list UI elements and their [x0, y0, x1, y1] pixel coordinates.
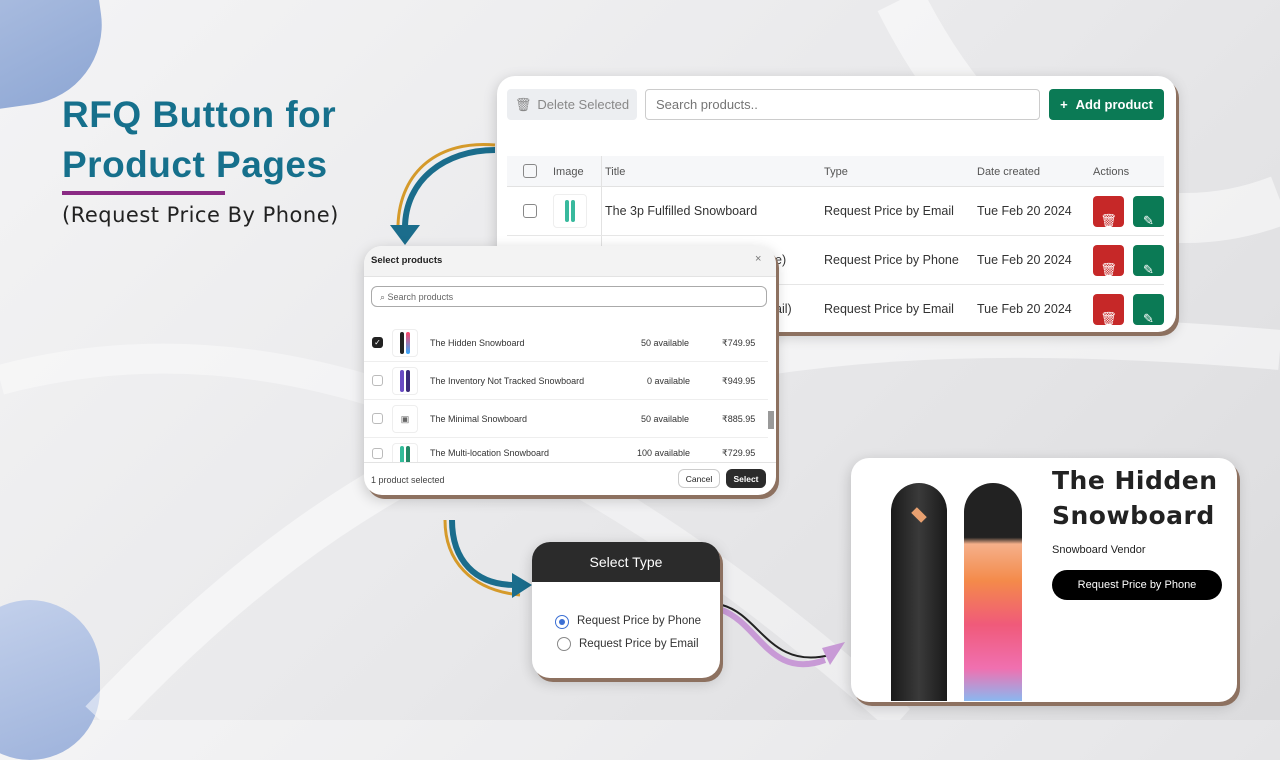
item-checkbox-checked[interactable]: ✓ — [372, 337, 383, 348]
product-thumbnail — [392, 443, 418, 462]
product-vendor: Snowboard Vendor — [1052, 544, 1146, 556]
item-checkbox[interactable] — [372, 448, 383, 459]
pencil-icon: ✎ — [1143, 311, 1154, 326]
item-stock: 50 available — [641, 338, 690, 348]
plus-icon: + — [1060, 97, 1068, 112]
header-type: Type — [824, 166, 848, 178]
item-stock: 50 available — [641, 414, 690, 424]
arrow-3 — [720, 607, 827, 668]
select-products-modal: Select products × ⌕ Search products ✓ Th… — [364, 246, 776, 495]
select-type-title: Select Type — [532, 542, 720, 582]
close-icon[interactable]: × — [755, 253, 761, 265]
arrow-1 — [402, 147, 496, 229]
list-item[interactable]: The Inventory Not Tracked Snowboard 0 av… — [364, 362, 768, 400]
product-thumbnail — [392, 329, 418, 357]
radio-label: Request Price by Phone — [577, 615, 702, 627]
modal-title: Select products — [371, 255, 443, 266]
trash-icon: 🗑 — [1100, 262, 1117, 277]
product-thumbnail — [392, 367, 418, 395]
row-title: The 3p Fulfilled Snowboard — [605, 204, 758, 218]
header-date: Date created — [977, 166, 1040, 178]
add-product-button[interactable]: + Add product — [1049, 89, 1164, 120]
radio-phone-selected[interactable] — [555, 615, 569, 629]
request-price-by-phone-button[interactable]: Request Price by Phone — [1052, 570, 1222, 600]
trash-icon: 🗑 — [1100, 311, 1117, 326]
delete-selected-button[interactable]: 🗑 Delete Selected — [507, 89, 637, 120]
item-stock: 100 available — [637, 448, 691, 458]
delete-selected-label: Delete Selected — [537, 97, 630, 112]
item-checkbox[interactable] — [372, 413, 383, 424]
row-date: Tue Feb 20 2024 — [977, 302, 1072, 316]
row-title: ail) — [775, 302, 792, 316]
snowboard-image — [964, 483, 1022, 701]
product-page-card: The Hidden Snowboard Snowboard Vendor Req… — [851, 458, 1237, 702]
radio-label: Request Price by Email — [579, 638, 699, 650]
list-item[interactable]: ▣ The Minimal Snowboard 50 available ₹88… — [364, 400, 768, 438]
item-name: The Minimal Snowboard — [430, 414, 528, 424]
row-type: Request Price by Email — [824, 302, 954, 316]
list-item[interactable]: ✓ The Hidden Snowboard 50 available ₹749… — [364, 324, 768, 362]
item-name: The Hidden Snowboard — [430, 338, 525, 348]
row-date: Tue Feb 20 2024 — [977, 204, 1072, 218]
select-button[interactable]: Select — [726, 469, 766, 488]
select-all-checkbox[interactable] — [523, 164, 537, 178]
item-checkbox[interactable] — [372, 375, 383, 386]
row-type: Request Price by Email — [824, 204, 954, 218]
list-item[interactable]: The Multi-location Snowboard 100 availab… — [364, 438, 768, 462]
product-title: The Hidden Snowboard — [1052, 463, 1218, 533]
product-list: ✓ The Hidden Snowboard 50 available ₹749… — [364, 316, 776, 462]
item-price: ₹749.95 — [722, 338, 756, 348]
arrow-2 — [449, 519, 516, 588]
search-input[interactable] — [645, 89, 1040, 120]
item-price: ₹885.95 — [722, 414, 756, 424]
modal-header: Select products × — [364, 246, 776, 277]
row-date: Tue Feb 20 2024 — [977, 253, 1072, 267]
trash-icon: 🗑 — [514, 96, 532, 112]
item-name: The Inventory Not Tracked Snowboard — [430, 376, 585, 386]
product-title-line: The Hidden — [1052, 466, 1218, 495]
row-checkbox[interactable] — [523, 204, 537, 218]
item-price: ₹729.95 — [722, 448, 756, 458]
row-type: Request Price by Phone — [824, 253, 959, 267]
pencil-icon: ✎ — [1143, 262, 1154, 277]
header-actions: Actions — [1093, 166, 1130, 178]
item-stock: 0 available — [647, 376, 691, 386]
delete-row-button[interactable]: 🗑 — [1093, 294, 1124, 326]
trash-icon: 🗑 — [1100, 213, 1117, 228]
product-thumbnail — [553, 194, 587, 228]
item-name: The Multi-location Snowboard — [430, 448, 550, 458]
modal-search-input[interactable]: ⌕ Search products — [371, 286, 767, 307]
snowboard-image — [891, 483, 947, 701]
add-product-label: Add product — [1075, 97, 1153, 112]
search-icon: ⌕ — [380, 292, 388, 302]
scrollbar-thumb[interactable] — [768, 411, 774, 429]
header-image: Image — [553, 166, 584, 178]
cancel-button[interactable]: Cancel — [678, 469, 720, 488]
edit-row-button[interactable]: ✎ — [1133, 196, 1164, 228]
divider — [364, 462, 776, 463]
pencil-icon: ✎ — [1143, 213, 1154, 228]
table-header: Image Title Type Date created Actions — [507, 156, 1164, 187]
product-title-line: Snowboard — [1052, 501, 1215, 530]
table-row: The 3p Fulfilled Snowboard Request Price… — [507, 187, 1164, 236]
select-type-card: Select Type Request Price by Phone Reque… — [532, 542, 720, 678]
radio-email[interactable] — [557, 637, 571, 651]
edit-row-button[interactable]: ✎ — [1133, 245, 1164, 277]
item-price: ₹949.95 — [722, 376, 756, 386]
image-placeholder-icon: ▣ — [392, 405, 418, 433]
edit-row-button[interactable]: ✎ — [1133, 294, 1164, 326]
search-placeholder: Search products — [387, 292, 454, 302]
header-title: Title — [605, 166, 626, 178]
row-title: e) — [775, 253, 787, 267]
selection-status: 1 product selected — [371, 475, 445, 485]
delete-row-button[interactable]: 🗑 — [1093, 196, 1124, 228]
delete-row-button[interactable]: 🗑 — [1093, 245, 1124, 277]
